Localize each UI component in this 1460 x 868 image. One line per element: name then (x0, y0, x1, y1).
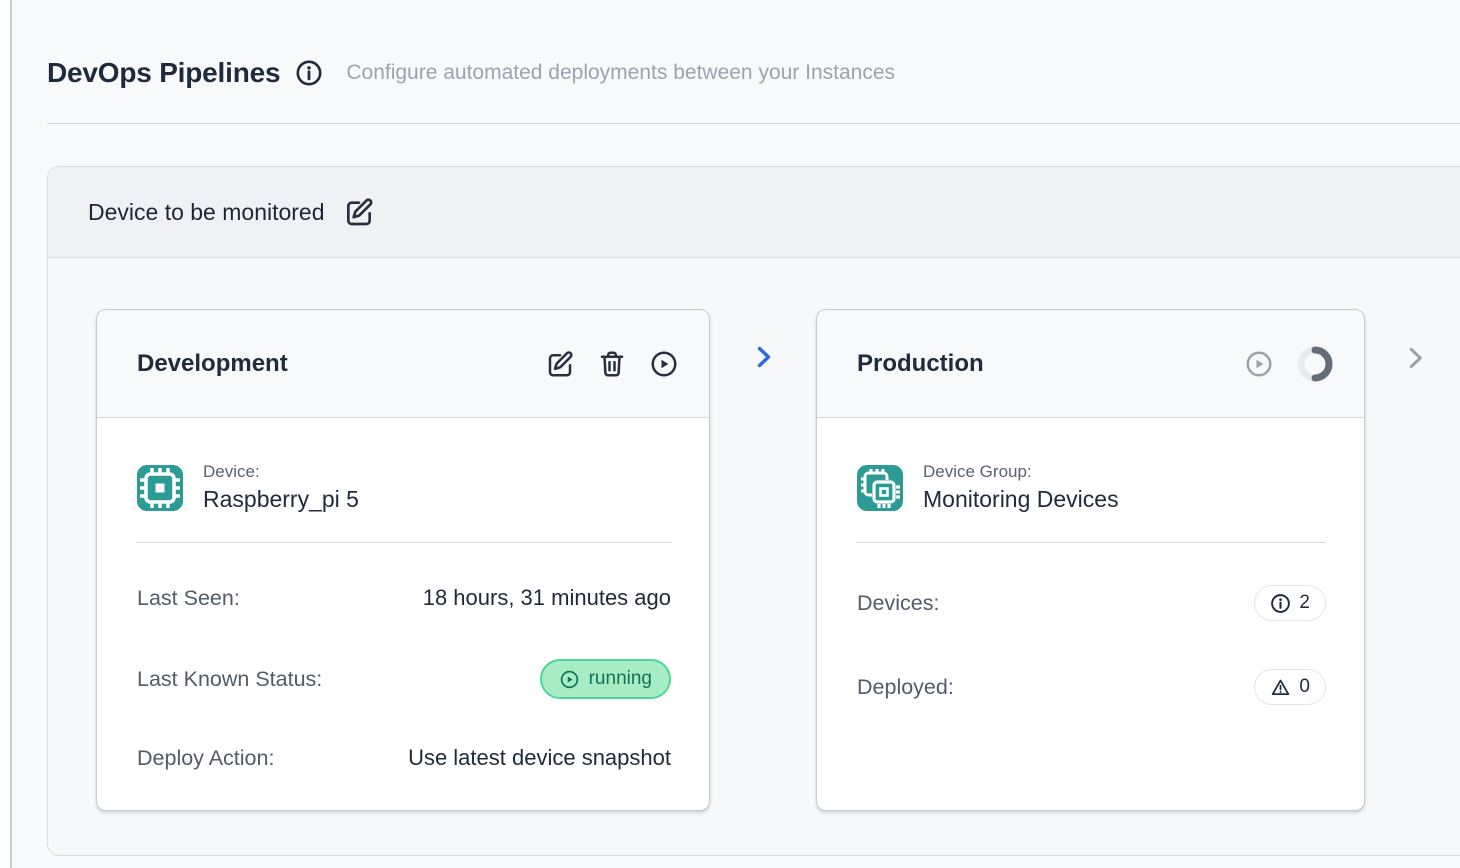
edit-icon[interactable] (545, 349, 575, 379)
deploy-action-value: Use latest device snapshot (408, 745, 671, 771)
panel-scroll-area (1365, 309, 1460, 373)
device-name: Raspberry_pi 5 (203, 486, 359, 513)
pipeline-body: Development (48, 258, 1460, 811)
production-card-title: Production (857, 350, 984, 378)
deployed-label: Deployed: (857, 675, 954, 700)
last-known-status-row: Last Known Status: running (137, 659, 671, 699)
panel-title: Device to be monitored (88, 199, 325, 226)
delete-icon[interactable] (597, 349, 627, 379)
page-header: DevOps Pipelines Configure automated dep… (47, 55, 1460, 91)
development-card-title: Development (137, 350, 288, 378)
production-card-body: Device Group: Monitoring Devices Devices… (817, 418, 1364, 705)
production-card-actions (1244, 345, 1334, 383)
deployed-count-badge[interactable]: 0 (1254, 669, 1326, 705)
card-divider (137, 542, 671, 543)
device-group-name: Monitoring Devices (923, 486, 1119, 513)
edit-panel-title-button[interactable] (343, 196, 375, 228)
devops-pipelines-page: DevOps Pipelines Configure automated dep… (10, 0, 1460, 868)
warning-triangle-icon (1270, 677, 1291, 698)
cpu-chip-icon (137, 465, 183, 511)
device-group-label: Device Group: (923, 462, 1119, 482)
production-card: Production (816, 309, 1365, 811)
last-seen-value: 18 hours, 31 minutes ago (423, 585, 671, 611)
devices-count: 2 (1299, 592, 1310, 614)
running-status-badge: running (540, 659, 671, 699)
header-divider (47, 123, 1460, 124)
development-card-actions (545, 349, 679, 379)
device-label: Device: (203, 462, 359, 482)
cpu-chip-stack-icon (857, 465, 903, 511)
card-divider (857, 542, 1326, 543)
deploy-action-label: Deploy Action: (137, 746, 274, 771)
devices-label: Devices: (857, 591, 939, 616)
device-row: Device: Raspberry_pi 5 (137, 462, 671, 513)
devices-count-badge[interactable]: 2 (1254, 585, 1326, 621)
chevron-right-icon[interactable] (1400, 343, 1430, 373)
info-icon[interactable] (295, 59, 323, 87)
pipeline-panel: Device to be monitored Development (47, 166, 1460, 856)
deployed-count: 0 (1299, 676, 1310, 698)
last-seen-row: Last Seen: 18 hours, 31 minutes ago (137, 585, 671, 611)
device-group-row: Device Group: Monitoring Devices (857, 462, 1326, 513)
play-circle-icon (559, 669, 580, 690)
running-status-text: running (589, 668, 652, 690)
run-disabled-icon[interactable] (1244, 349, 1274, 379)
devices-row: Devices: 2 (857, 585, 1326, 621)
development-card-header: Development (97, 310, 709, 418)
last-known-status-label: Last Known Status: (137, 667, 322, 692)
page-subtitle: Configure automated deployments between … (346, 61, 895, 85)
info-circle-icon (1270, 593, 1291, 614)
last-seen-label: Last Seen: (137, 586, 240, 611)
run-icon[interactable] (649, 349, 679, 379)
loading-spinner-icon (1296, 345, 1334, 383)
panel-header: Device to be monitored (48, 167, 1460, 258)
production-card-header: Production (817, 310, 1364, 418)
development-card: Development (96, 309, 710, 811)
pipeline-arrow-icon (749, 343, 777, 371)
development-card-body: Device: Raspberry_pi 5 Last Seen: 18 hou… (97, 418, 709, 771)
deploy-action-row: Deploy Action: Use latest device snapsho… (137, 745, 671, 771)
page-title: DevOps Pipelines (47, 55, 280, 91)
pipeline-flow (710, 309, 816, 371)
deployed-row: Deployed: 0 (857, 669, 1326, 705)
